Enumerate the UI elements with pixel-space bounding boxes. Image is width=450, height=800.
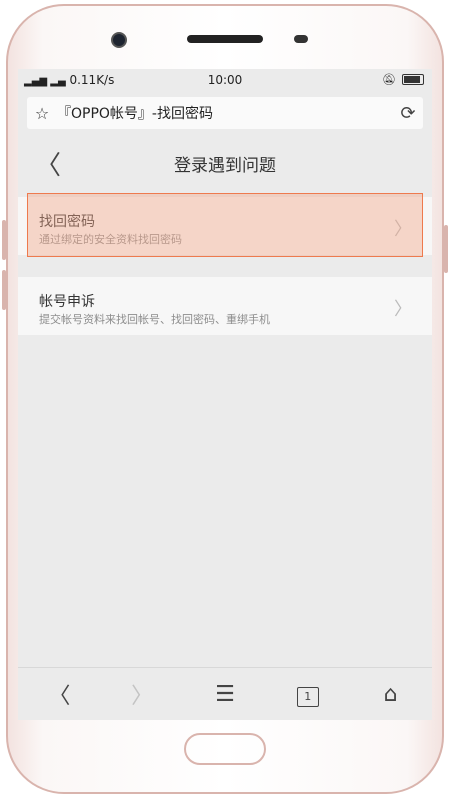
battery-icon bbox=[402, 74, 424, 85]
star-icon[interactable]: ☆ bbox=[27, 104, 57, 123]
status-bar: ▂▄▆ ▂▄ 0.11K/s 10:00 🔕︎ bbox=[18, 69, 432, 91]
home-icon[interactable]: ⌂ bbox=[361, 682, 421, 707]
tabs-count: 1 bbox=[296, 687, 319, 707]
front-camera bbox=[111, 32, 127, 48]
menu-icon[interactable]: ☰ bbox=[195, 682, 255, 707]
page-title: 登录遇到问题 bbox=[174, 155, 276, 176]
power-button bbox=[444, 225, 448, 273]
earpiece-speaker bbox=[187, 35, 263, 43]
nav-forward-button[interactable]: 〉 bbox=[112, 678, 172, 710]
url-title[interactable]: 『OPPO帐号』-找回密码 bbox=[57, 103, 393, 123]
chevron-right-icon: 〉 bbox=[394, 299, 412, 320]
bell-off-icon: 🔕︎ bbox=[382, 73, 396, 86]
browser-nav-bar: 〈 〉 ☰ 1 ⌂ bbox=[18, 667, 432, 720]
page-header: 〈 登录遇到问题 bbox=[18, 135, 432, 191]
list-item-label: 帐号申诉 bbox=[39, 294, 95, 310]
volume-button bbox=[2, 220, 6, 260]
back-icon[interactable]: 〈 bbox=[18, 145, 78, 182]
screen: ▂▄▆ ▂▄ 0.11K/s 10:00 🔕︎ ☆ 『OPPO帐号』-找回密码 … bbox=[18, 69, 432, 720]
list-item-account-appeal[interactable]: 帐号申诉 提交帐号资料来找回帐号、找回密码、重绑手机 〉 bbox=[18, 277, 432, 335]
tabs-button[interactable]: 1 bbox=[278, 681, 338, 707]
nav-back-button[interactable]: 〈 bbox=[29, 678, 89, 710]
url-bar[interactable]: ☆ 『OPPO帐号』-找回密码 ⟳ bbox=[27, 97, 423, 129]
list-item-desc: 提交帐号资料来找回帐号、找回密码、重绑手机 bbox=[39, 313, 270, 326]
status-right: 🔕︎ bbox=[382, 73, 424, 86]
reload-icon[interactable]: ⟳ bbox=[393, 103, 423, 124]
proximity-sensor bbox=[294, 35, 308, 43]
volume-button bbox=[2, 270, 6, 310]
home-button[interactable] bbox=[184, 733, 266, 765]
highlight-box bbox=[27, 193, 423, 257]
clock: 10:00 bbox=[207, 73, 243, 87]
